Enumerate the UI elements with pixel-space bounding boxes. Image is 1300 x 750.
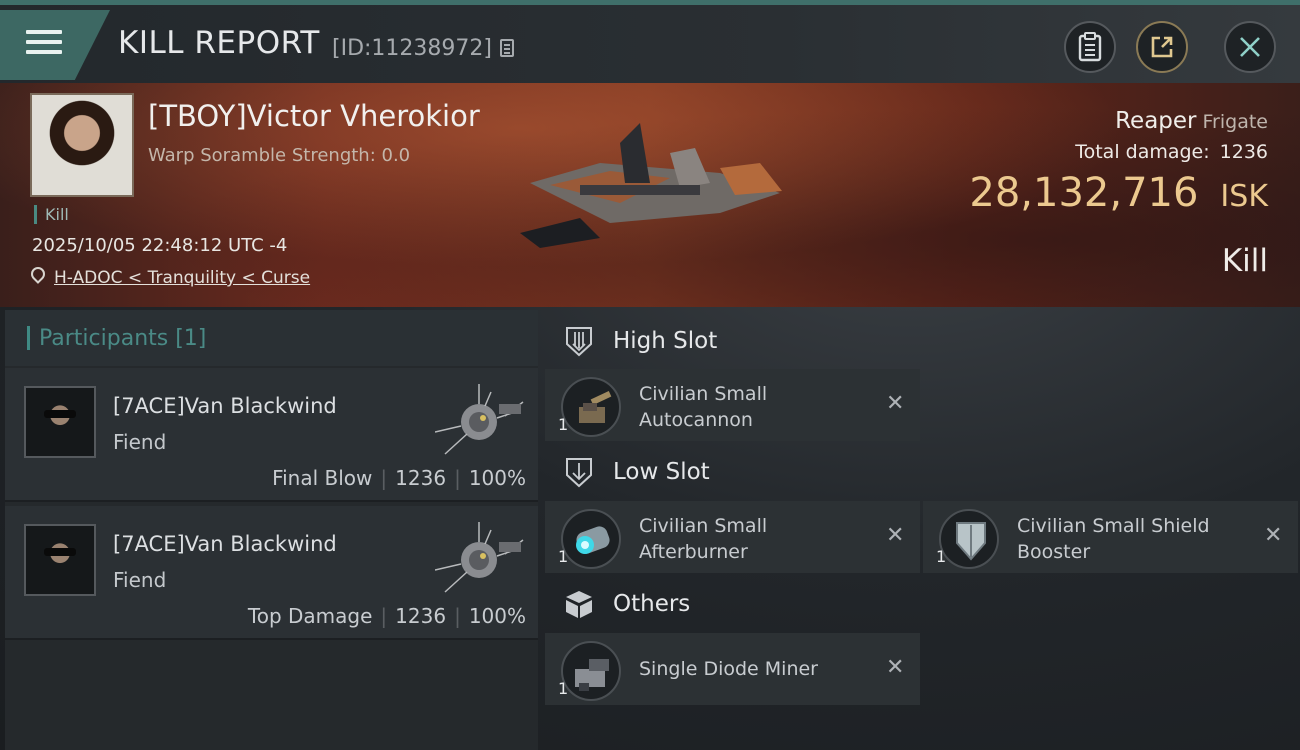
participant-row[interactable]: [7ACE]Van Blackwind Fiend Final Blow | 123… <box>5 368 538 502</box>
location-pin-icon <box>28 264 48 284</box>
clipboard-button[interactable] <box>1064 21 1116 73</box>
victim-banner: [TBOY]Victor Vherokior Warp Soramble Str… <box>0 83 1300 307</box>
participant-damage: 1236 <box>395 466 447 490</box>
module-single-diode-miner[interactable]: 1 Single Diode Miner ✕ <box>545 633 920 705</box>
victim-ship-class: Frigate <box>1202 111 1268 133</box>
remove-module-icon[interactable]: ✕ <box>886 523 906 548</box>
participant-role: Top Damage <box>247 604 373 628</box>
total-damage-label: Total damage: <box>1075 141 1210 163</box>
participant-role: Final Blow <box>272 466 373 490</box>
avatar[interactable] <box>24 386 96 458</box>
menu-button[interactable] <box>0 10 110 80</box>
high-slot-header: High Slot <box>545 314 925 368</box>
avatar[interactable] <box>24 524 96 596</box>
share-icon <box>1151 36 1173 58</box>
module-name: Single Diode Miner <box>639 658 818 680</box>
low-slot-header: Low Slot <box>545 445 925 499</box>
copy-icon[interactable] <box>500 39 514 57</box>
kill-tag: Kill <box>34 205 69 224</box>
cargo-box-icon <box>566 591 592 618</box>
module-civilian-small-autocannon[interactable]: 1 Civilian Small Autocannon ✕ <box>545 369 920 441</box>
isk-value: 28,132,716 ISK <box>969 170 1268 216</box>
participant-ship-image <box>435 384 524 455</box>
kill-datetime: 2025/10/05 22:48:12 UTC -4 <box>32 235 288 256</box>
participant-ship-image <box>435 522 524 593</box>
module-civilian-small-afterburner[interactable]: 1 Civilian Small Afterburner ✕ <box>545 501 920 573</box>
victim-portrait[interactable] <box>30 93 134 197</box>
low-slot-icon <box>566 458 592 488</box>
module-name: Civilian Small Afterburner <box>639 515 768 563</box>
clipboard-icon <box>1078 32 1102 62</box>
module-name: Civilian Small Autocannon <box>639 383 768 431</box>
participant-name: [7ACE]Van Blackwind <box>113 394 337 418</box>
afterburner-icon <box>561 509 621 569</box>
participants-panel: Participants [1] [7ACE]Van Blackwind Fie… <box>5 310 538 750</box>
isk-amount: 28,132,716 <box>969 170 1199 216</box>
module-quantity: 1 <box>936 547 947 566</box>
module-quantity: 1 <box>558 679 569 698</box>
participant-ship: Fiend <box>113 568 167 592</box>
high-slot-label: High Slot <box>613 328 718 354</box>
share-button[interactable] <box>1136 21 1188 73</box>
others-header: Others <box>545 577 925 631</box>
high-slot-icon <box>566 327 592 357</box>
remove-module-icon[interactable]: ✕ <box>1264 523 1284 548</box>
isk-unit: ISK <box>1220 179 1268 214</box>
participants-title: Participants [1] <box>39 326 207 351</box>
participant-row[interactable]: [7ACE]Van Blackwind Fiend Top Damage | 123… <box>5 506 538 640</box>
result-label: Kill <box>1221 243 1268 279</box>
module-quantity: 1 <box>558 415 569 434</box>
victim-name[interactable]: [TBOY]Victor Vherokior <box>148 99 480 133</box>
total-damage: Total damage: 1236 <box>1075 141 1268 163</box>
module-name: Civilian Small Shield Booster <box>1017 515 1210 563</box>
page-title: KILL REPORT <box>118 25 320 61</box>
warp-scramble-strength: Warp Soramble Strength: 0.0 <box>148 145 411 166</box>
victim-ship: Reaper Frigate <box>1115 108 1268 134</box>
remove-module-icon[interactable]: ✕ <box>886 655 906 680</box>
menu-icon <box>26 30 62 34</box>
participant-stats: Final Blow | 1236 | 100% <box>272 466 526 490</box>
participant-ship: Fiend <box>113 430 167 454</box>
module-quantity: 1 <box>558 547 569 566</box>
victim-ship-name: Reaper <box>1115 108 1197 134</box>
total-damage-value: 1236 <box>1219 141 1268 163</box>
participants-header: Participants [1] <box>5 310 538 366</box>
low-slot-label: Low Slot <box>613 459 710 485</box>
kill-location-link[interactable]: H-ADOC < Tranquility < Curse <box>54 268 310 288</box>
report-id: [ID:11238972] <box>332 36 492 61</box>
participant-damage: 1236 <box>395 604 447 628</box>
participant-name: [7ACE]Van Blackwind <box>113 532 337 556</box>
participant-percent: 100% <box>468 604 526 628</box>
autocannon-icon <box>561 377 621 437</box>
module-civilian-small-shield-booster[interactable]: 1 Civilian Small Shield Booster ✕ <box>923 501 1298 573</box>
mining-laser-icon <box>561 641 621 701</box>
close-icon <box>1240 37 1260 57</box>
remove-module-icon[interactable]: ✕ <box>886 391 906 416</box>
shield-booster-icon <box>939 509 999 569</box>
close-button[interactable] <box>1224 21 1276 73</box>
header-bar: KILL REPORT [ID:11238972] <box>0 5 1300 83</box>
participant-percent: 100% <box>468 466 526 490</box>
participant-stats: Top Damage | 1236 | 100% <box>247 604 526 628</box>
others-label: Others <box>613 591 691 617</box>
victim-ship-image <box>520 123 782 248</box>
